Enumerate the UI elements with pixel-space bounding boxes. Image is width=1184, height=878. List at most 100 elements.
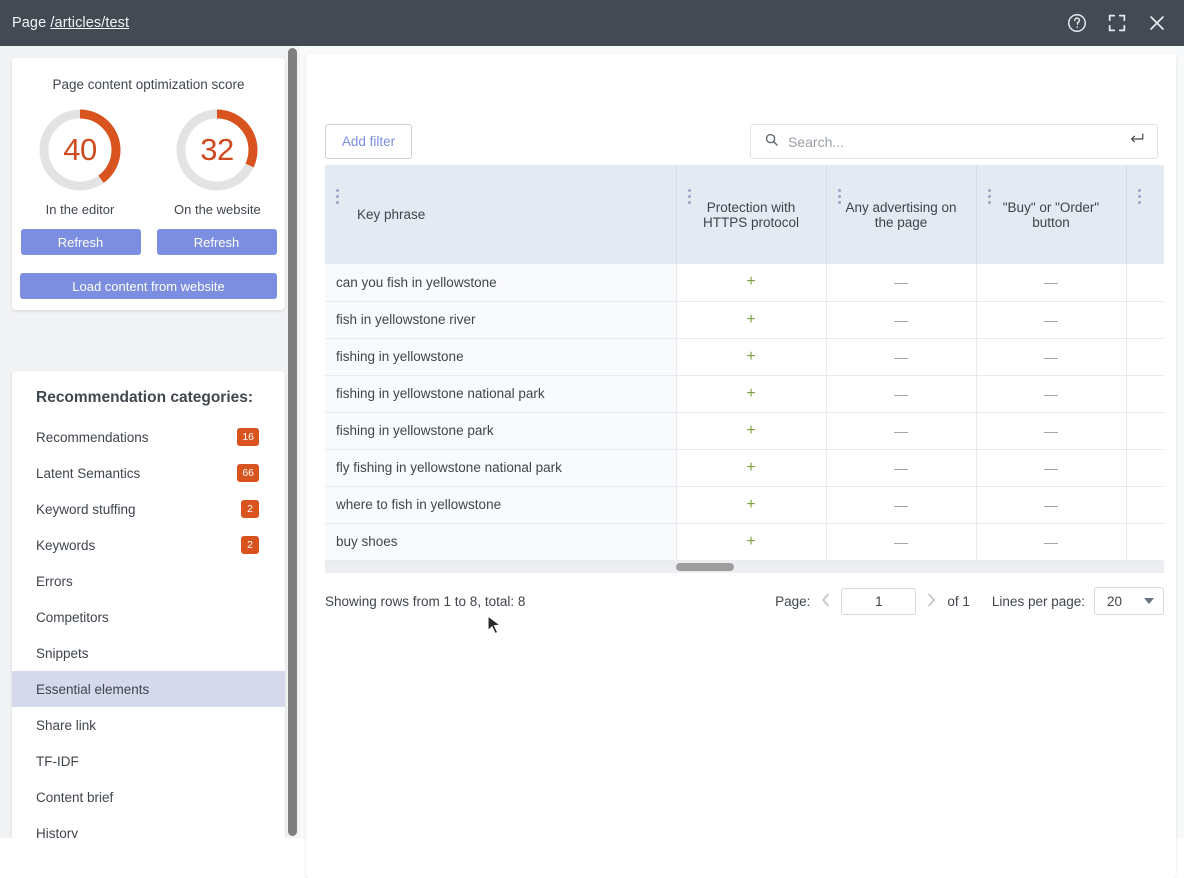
sidebar-item-share-link[interactable]: Share link — [12, 707, 285, 743]
cell-ads: — — [826, 301, 976, 338]
sidebar-item-snippets[interactable]: Snippets — [12, 635, 285, 671]
sidebar-item-tf-idf[interactable]: TF-IDF — [12, 743, 285, 779]
table-row[interactable]: buy shoes+—— — [325, 523, 1164, 560]
sidebar: Page content optimization score 40 32 — [0, 46, 300, 838]
sidebar-item-errors[interactable]: Errors — [12, 563, 285, 599]
column-menu-icon[interactable] — [688, 189, 691, 204]
cell-extra — [1126, 449, 1164, 486]
sidebar-item-content-brief[interactable]: Content brief — [12, 779, 285, 815]
cell-buy: — — [976, 449, 1126, 486]
table-header-extra[interactable] — [1126, 165, 1164, 264]
cell-extra — [1126, 301, 1164, 338]
chevron-right-icon[interactable] — [925, 592, 938, 611]
score-panel: Page content optimization score 40 32 — [12, 58, 285, 310]
enter-return-icon[interactable] — [1128, 132, 1145, 151]
sidebar-item-badge: 2 — [241, 536, 259, 555]
table-row[interactable]: fishing in yellowstone park+—— — [325, 412, 1164, 449]
search-input[interactable] — [788, 134, 1128, 150]
column-menu-icon[interactable] — [336, 189, 339, 204]
cell-text: fishing in yellowstone — [336, 349, 464, 364]
page-body: Page content optimization score 40 32 — [0, 46, 1184, 838]
sidebar-scrollbar-thumb[interactable] — [288, 48, 297, 836]
status-dash: — — [1044, 423, 1058, 439]
sidebar-item-latent-semantics[interactable]: Latent Semantics66 — [12, 455, 285, 491]
table-row[interactable]: fishing in yellowstone national park + — — — [325, 375, 1164, 412]
table-header-buy-or-order-button[interactable]: "Buy" or "Order" button — [976, 165, 1126, 264]
table-row[interactable]: fish in yellowstone river+—— — [325, 301, 1164, 338]
gauge-website-label: On the website — [174, 202, 260, 217]
page-number-input[interactable] — [841, 588, 916, 615]
status-dash: — — [894, 497, 908, 513]
status-plus: + — [746, 533, 755, 550]
gauge-editor: 40 — [37, 107, 123, 193]
table-row[interactable]: fishing in yellowstone+—— — [325, 338, 1164, 375]
cell-text: fishing in yellowstone national park — [336, 386, 545, 401]
table-header-key-phrase[interactable]: Key phrase — [325, 165, 676, 264]
cell-https: + — [676, 375, 826, 412]
load-content-button[interactable]: Load content from website — [20, 273, 277, 299]
page-total-label: of 1 — [947, 594, 970, 609]
sidebar-item-essential-elements[interactable]: Essential elements — [12, 671, 285, 707]
cell-phrase: fly fishing in yellowstone national park — [325, 449, 676, 486]
lines-per-page-select[interactable]: 20 — [1094, 587, 1164, 615]
cell-extra — [1126, 523, 1164, 560]
main-panel: Add filter Key phraseProtection wit — [306, 54, 1176, 878]
close-icon[interactable] — [1146, 12, 1168, 34]
sidebar-item-history[interactable]: History — [12, 815, 285, 838]
sidebar-item-keywords[interactable]: Keywords2 — [12, 527, 285, 563]
table-horizontal-scrollbar-thumb[interactable] — [676, 563, 734, 571]
cell-extra — [1126, 338, 1164, 375]
sidebar-item-label: TF-IDF — [36, 754, 79, 769]
sidebar-item-keyword-stuffing[interactable]: Keyword stuffing2 — [12, 491, 285, 527]
sidebar-item-competitors[interactable]: Competitors — [12, 599, 285, 635]
cell-text: can you fish in yellowstone — [336, 275, 497, 290]
keyphrase-table: Key phraseProtection with HTTPS protocol… — [325, 165, 1164, 561]
cell-text: fishing in yellowstone park — [336, 423, 494, 438]
titlebar-actions — [1066, 12, 1168, 34]
table-header-row: Key phraseProtection with HTTPS protocol… — [325, 165, 1164, 264]
cell-buy: — — [976, 375, 1126, 412]
table-row[interactable]: fly fishing in yellowstone national park… — [325, 449, 1164, 486]
cell-buy: — — [976, 301, 1126, 338]
status-dash: — — [1044, 386, 1058, 402]
cell-extra — [1126, 375, 1164, 412]
status-dash: — — [894, 274, 908, 290]
cell-phrase: fishing in yellowstone — [325, 338, 676, 375]
column-menu-icon[interactable] — [838, 189, 841, 204]
sidebar-item-label: Latent Semantics — [36, 466, 140, 481]
table-header-any-advertising-on-the-page[interactable]: Any advertising on the page — [826, 165, 976, 264]
cell-buy: — — [976, 338, 1126, 375]
add-filter-button[interactable]: Add filter — [325, 124, 412, 159]
sidebar-item-label: Competitors — [36, 610, 109, 625]
help-circle-icon[interactable] — [1066, 12, 1088, 34]
cell-buy: — — [976, 523, 1126, 560]
status-dash: — — [894, 312, 908, 328]
status-dash: — — [894, 386, 908, 402]
status-plus: + — [746, 311, 755, 328]
categories-list: Recommendations16Latent Semantics66Keywo… — [12, 419, 285, 838]
table-row[interactable]: where to fish in yellowstone+—— — [325, 486, 1164, 523]
sidebar-item-label: History — [36, 826, 78, 839]
refresh-website-button[interactable]: Refresh — [157, 229, 277, 255]
table-horizontal-scrollbar-track[interactable] — [325, 561, 1164, 573]
cell-phrase: buy shoes — [325, 523, 676, 560]
search-box[interactable] — [750, 124, 1158, 159]
chevron-down-icon — [1144, 598, 1154, 604]
table-header-label: Any advertising on the page — [845, 200, 956, 230]
sidebar-item-label: Recommendations — [36, 430, 149, 445]
cell-extra — [1126, 486, 1164, 523]
column-menu-icon[interactable] — [1138, 189, 1141, 204]
status-plus: + — [746, 273, 755, 290]
page-path-link[interactable]: /articles/test — [50, 15, 129, 31]
chevron-left-icon[interactable] — [819, 592, 832, 611]
column-menu-icon[interactable] — [988, 189, 991, 204]
table-header-label: "Buy" or "Order" button — [1003, 200, 1099, 230]
table-header-protection-with-https-protocol[interactable]: Protection with HTTPS protocol — [676, 165, 826, 264]
refresh-editor-button[interactable]: Refresh — [21, 229, 141, 255]
fullscreen-icon[interactable] — [1106, 12, 1128, 34]
cell-https: + — [676, 449, 826, 486]
table-row[interactable]: can you fish in yellowstone+—— — [325, 264, 1164, 301]
sidebar-item-recommendations[interactable]: Recommendations16 — [12, 419, 285, 455]
cell-extra — [1126, 412, 1164, 449]
status-plus: + — [746, 459, 755, 476]
